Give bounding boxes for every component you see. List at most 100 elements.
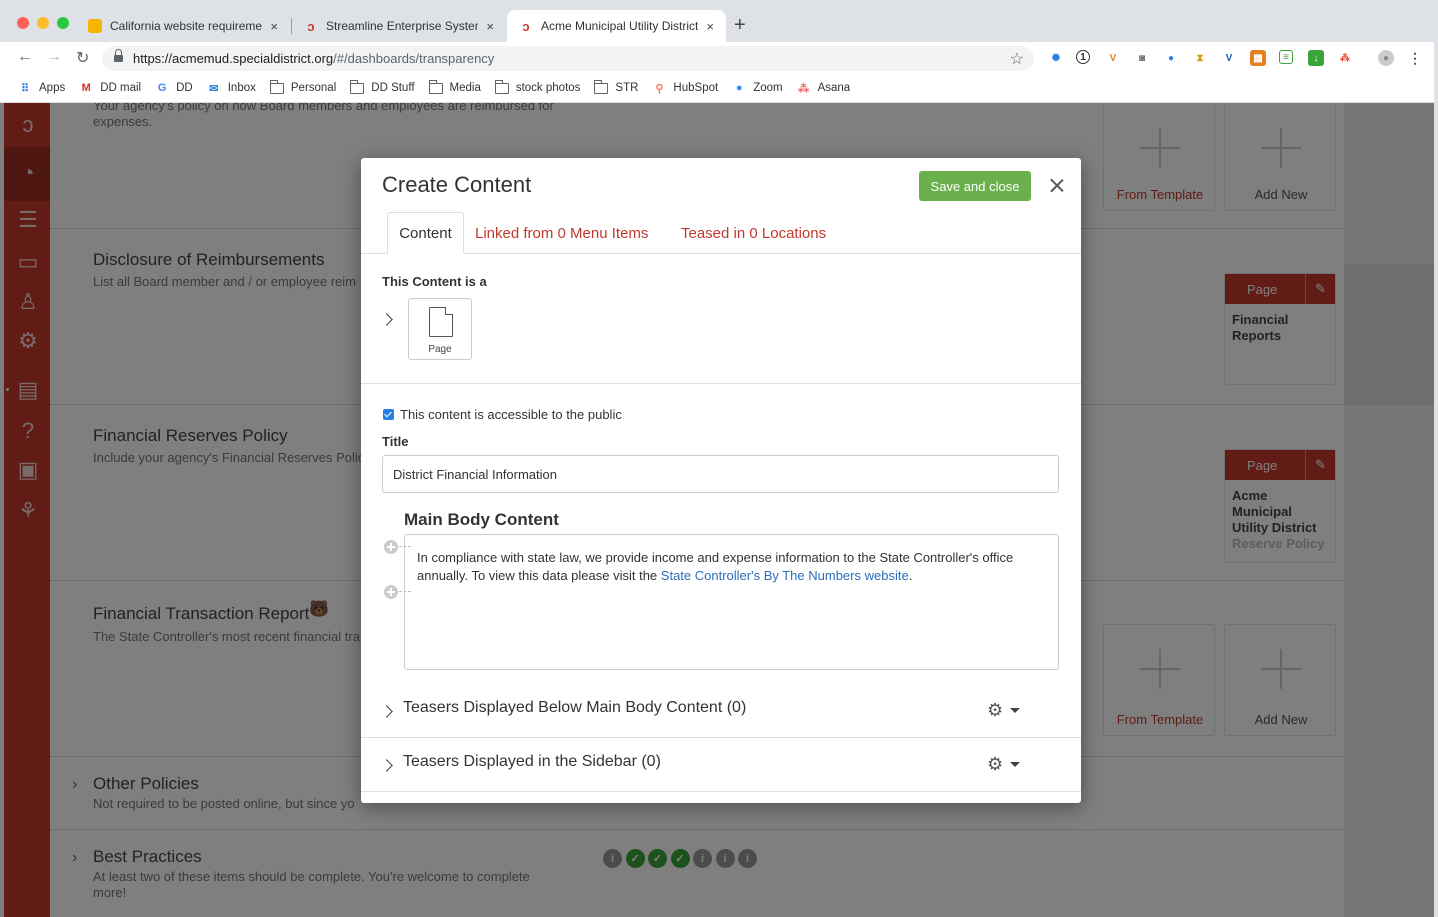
extension-grid-icon[interactable]: ▦ bbox=[1250, 50, 1266, 66]
folder-icon bbox=[494, 79, 509, 94]
bookmark-dd-stuff[interactable]: DD Stuff bbox=[350, 79, 415, 94]
main-body-label: Main Body Content bbox=[404, 510, 559, 529]
close-icon[interactable] bbox=[1047, 175, 1067, 195]
browser-tab-california[interactable]: California website requirement × bbox=[76, 10, 290, 42]
bookmark-apps[interactable]: ⠿ Apps bbox=[18, 82, 66, 95]
extension-asana-icon[interactable]: ⁂ bbox=[1337, 50, 1353, 66]
bookmark-str[interactable]: STR bbox=[594, 79, 639, 94]
bookmark-star-icon[interactable]: ☆ bbox=[1010, 49, 1024, 69]
bookmark-media[interactable]: Media bbox=[428, 79, 481, 94]
lock-icon bbox=[114, 48, 123, 64]
bookmark-label: Inbox bbox=[227, 82, 256, 94]
tab-close-icon[interactable]: × bbox=[706, 19, 714, 34]
extension-1password-icon[interactable]: 1 bbox=[1076, 50, 1090, 64]
reload-icon[interactable]: ↻ bbox=[76, 48, 89, 68]
new-tab-button[interactable]: + bbox=[734, 14, 746, 37]
teasers-below-body-label: Teasers Displayed Below Main Body Conten… bbox=[403, 699, 747, 716]
title-input[interactable] bbox=[382, 455, 1059, 493]
bookmark-hubspot[interactable]: ⚲ HubSpot bbox=[652, 82, 718, 95]
window-maximize-button[interactable] bbox=[57, 17, 69, 29]
chevron-right-icon[interactable] bbox=[380, 705, 393, 718]
extension-hourglass-icon[interactable]: ⧗ bbox=[1192, 50, 1208, 66]
bookmark-label: Zoom bbox=[753, 82, 783, 94]
folder-icon bbox=[428, 79, 443, 94]
document-icon bbox=[429, 307, 453, 337]
bookmark-label: DD bbox=[176, 82, 193, 94]
address-bar[interactable]: https://acmemud.specialdistrict.org/#/da… bbox=[102, 46, 1034, 71]
public-access-label: This content is accessible to the public bbox=[400, 407, 622, 422]
tab-teased-locations[interactable]: Teased in 0 Locations bbox=[681, 212, 826, 254]
chevron-right-icon[interactable] bbox=[380, 313, 394, 327]
bookmark-zoom[interactable]: ● Zoom bbox=[732, 82, 783, 94]
extension-v-icon[interactable]: V bbox=[1105, 50, 1121, 66]
bookmark-inbox[interactable]: ✉ Inbox bbox=[207, 82, 256, 95]
extension-camera-icon[interactable]: ◙ bbox=[1134, 50, 1150, 66]
app-area: ↄ ◔ ☰ ▭ ♙ ⚙ ▤ ? ▣ ⚘ Your agency's policy… bbox=[0, 103, 1438, 917]
chevron-right-icon[interactable] bbox=[380, 759, 393, 772]
tab-content[interactable]: Content bbox=[387, 212, 464, 254]
caret-down-icon[interactable] bbox=[1010, 708, 1020, 713]
extension-chat-icon[interactable]: ● bbox=[1163, 50, 1179, 66]
zoom-icon: ● bbox=[735, 82, 743, 94]
tab-close-icon[interactable]: × bbox=[270, 19, 278, 34]
window-edge bbox=[1434, 0, 1438, 917]
bookmark-label: Apps bbox=[39, 82, 66, 94]
save-and-close-button[interactable]: Save and close bbox=[919, 171, 1031, 201]
google-slides-icon bbox=[88, 19, 102, 33]
create-content-modal: Create Content Save and close Content Li… bbox=[361, 158, 1081, 803]
inbox-icon: ✉ bbox=[209, 82, 219, 95]
browser-toolbar: ← → ↻ https://acmemud.specialdistrict.or… bbox=[0, 42, 1438, 74]
bookmark-asana[interactable]: ⁂ Asana bbox=[797, 82, 850, 95]
browser-menu-icon[interactable]: ⋮ bbox=[1407, 50, 1423, 66]
bookmark-label: STR bbox=[615, 82, 639, 94]
window-close-button[interactable] bbox=[17, 17, 29, 29]
folder-icon bbox=[594, 79, 609, 94]
main-body-editor[interactable]: In compliance with state law, we provide… bbox=[404, 534, 1059, 670]
gear-icon[interactable]: ⚙ bbox=[987, 754, 1003, 775]
bookmark-label: DD Stuff bbox=[371, 82, 415, 94]
extension-bug-icon[interactable]: ✺ bbox=[1048, 50, 1064, 66]
window-minimize-button[interactable] bbox=[37, 17, 49, 29]
content-type-name: Page bbox=[428, 344, 452, 355]
content-type-page-card[interactable]: Page bbox=[408, 298, 472, 360]
profile-avatar-icon[interactable]: ● bbox=[1378, 50, 1394, 66]
modal-title: Create Content bbox=[382, 172, 532, 197]
browser-tabstrip: California website requirement × ↄ Strea… bbox=[0, 0, 1438, 42]
title-label: Title bbox=[382, 434, 409, 449]
caret-down-icon[interactable] bbox=[1010, 762, 1020, 767]
bookmark-dd[interactable]: G DD bbox=[155, 82, 193, 94]
url-path: /#/dashboards/transparency bbox=[333, 51, 495, 66]
forward-arrow-icon[interactable]: → bbox=[46, 48, 62, 66]
tab-linked-menu-items[interactable]: Linked from 0 Menu Items bbox=[475, 212, 648, 254]
extension-download-icon[interactable]: ↓ bbox=[1308, 50, 1324, 66]
back-arrow-icon[interactable]: ← bbox=[17, 48, 33, 66]
teasers-sidebar-label: Teasers Displayed in the Sidebar (0) bbox=[403, 753, 661, 770]
bookmark-dd-mail[interactable]: M DD mail bbox=[79, 82, 141, 94]
bookmark-stock-photos[interactable]: stock photos bbox=[494, 79, 580, 94]
state-controller-link[interactable]: State Controller's By The Numbers websit… bbox=[661, 568, 909, 583]
extension-evernote-icon[interactable]: ≡ bbox=[1279, 50, 1293, 64]
public-access-checkbox[interactable] bbox=[383, 409, 394, 420]
tab-label: Streamline Enterprise System bbox=[326, 19, 479, 33]
folder-icon bbox=[269, 79, 284, 94]
tab-label: California website requirement bbox=[110, 19, 263, 33]
body-text-end: . bbox=[908, 568, 913, 583]
bookmark-personal[interactable]: Personal bbox=[269, 79, 337, 94]
extension-vimeo-icon[interactable]: V bbox=[1221, 50, 1237, 66]
teasers-below-body-row[interactable]: Teasers Displayed Below Main Body Conten… bbox=[361, 684, 1081, 738]
add-block-icon[interactable] bbox=[384, 585, 398, 599]
google-icon: G bbox=[157, 82, 167, 94]
streamline-logo-icon: ↄ bbox=[522, 18, 530, 34]
add-block-icon[interactable] bbox=[384, 540, 398, 554]
asana-icon: ⁂ bbox=[798, 82, 810, 95]
gmail-icon: M bbox=[81, 82, 91, 94]
content-type-label: This Content is a bbox=[382, 274, 487, 289]
teasers-sidebar-row[interactable]: Teasers Displayed in the Sidebar (0) ⚙ bbox=[361, 738, 1081, 792]
browser-tab-acme[interactable]: ↄ Acme Municipal Utility District × bbox=[507, 10, 726, 42]
bookmark-label: Personal bbox=[290, 82, 337, 94]
browser-tab-streamline[interactable]: ↄ Streamline Enterprise System × bbox=[292, 10, 506, 42]
tab-close-icon[interactable]: × bbox=[486, 19, 494, 34]
bookmark-label: Media bbox=[449, 82, 481, 94]
hubspot-icon: ⚲ bbox=[655, 82, 664, 95]
gear-icon[interactable]: ⚙ bbox=[987, 700, 1003, 721]
